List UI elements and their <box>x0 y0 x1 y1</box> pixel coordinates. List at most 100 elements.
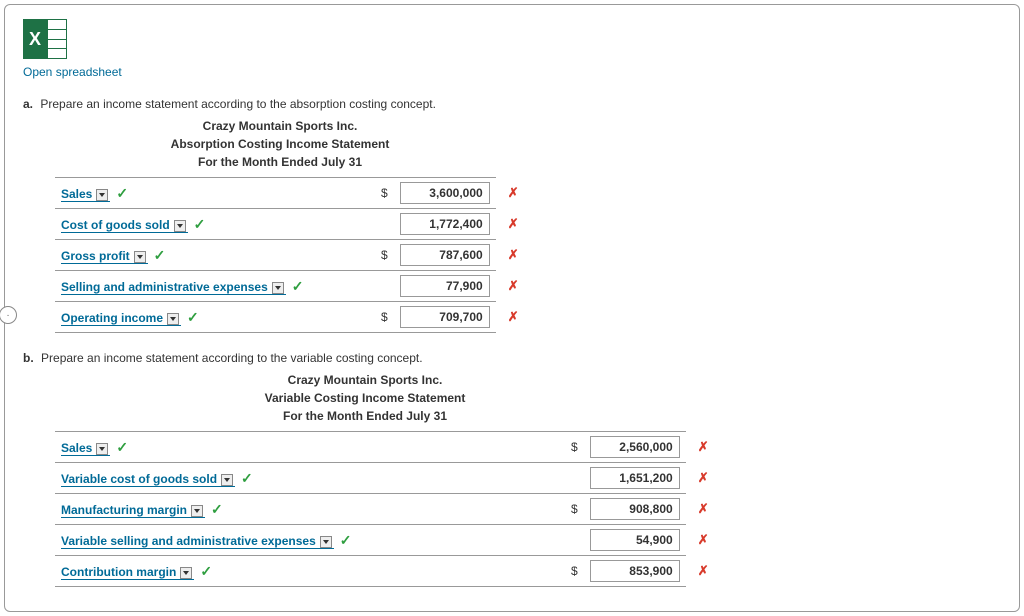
check-icon: ✓ <box>154 247 166 263</box>
table-row: Manufacturing margin✓$908,800 ✗ <box>55 494 715 525</box>
statement-b-table: Sales✓$2,560,000✗Variable cost of goods … <box>55 431 715 587</box>
check-icon: ✓ <box>194 216 206 232</box>
table-row: Sales✓$2,560,000✗ <box>55 432 715 463</box>
row-label-cell: Variable selling and administrative expe… <box>55 525 565 556</box>
mark-cell: ✗ <box>686 525 715 556</box>
chevron-down-icon <box>272 282 284 294</box>
excel-grid-icon <box>47 19 67 59</box>
value-cell: 54,900 <box>584 525 686 556</box>
check-icon: ✓ <box>187 309 199 325</box>
cross-icon: ✗ <box>698 532 709 547</box>
amount-input[interactable]: 1,772,400 <box>400 213 490 235</box>
currency-symbol: $ <box>565 494 584 525</box>
row-label-cell: Gross profit ✓ <box>55 240 375 271</box>
statement-b-heading: Crazy Mountain Sports Inc. Variable Cost… <box>55 371 675 425</box>
cross-icon: ✗ <box>508 185 519 200</box>
check-icon: ✓ <box>292 278 304 294</box>
statement-a-table: Sales✓$3,600,000✗Cost of goods sold✓1,77… <box>55 177 525 333</box>
cross-icon: ✗ <box>508 278 519 293</box>
mark-cell: ✗ <box>496 302 525 333</box>
chevron-down-icon <box>174 220 186 232</box>
chevron-down-icon <box>180 567 192 579</box>
mark-cell: ✗ <box>496 178 525 209</box>
amount-input[interactable]: 1,651,200 <box>590 467 680 489</box>
mark-cell: ✗ <box>496 240 525 271</box>
account-dropdown[interactable]: Variable cost of goods sold <box>61 472 235 487</box>
chevron-down-icon <box>96 443 108 455</box>
cross-icon: ✗ <box>508 247 519 262</box>
statement-b-title: Variable Costing Income Statement <box>55 389 675 407</box>
table-row: Variable selling and administrative expe… <box>55 525 715 556</box>
mark-cell: ✗ <box>686 463 715 494</box>
table-row: Sales✓$3,600,000✗ <box>55 178 525 209</box>
amount-input[interactable]: 787,600 <box>400 244 490 266</box>
currency-symbol <box>375 209 394 240</box>
prompt-a: a. Prepare an income statement according… <box>23 97 1001 111</box>
value-cell: 77,900 <box>394 271 496 302</box>
account-dropdown[interactable]: Sales <box>61 187 110 202</box>
amount-input[interactable]: 2,560,000 <box>590 436 680 458</box>
amount-input[interactable]: 54,900 <box>590 529 680 551</box>
prompt-b: b. Prepare an income statement according… <box>23 351 1001 365</box>
amount-input[interactable]: 77,900 <box>400 275 490 297</box>
mark-cell: ✗ <box>686 494 715 525</box>
amount-input[interactable]: 853,900 <box>590 560 680 582</box>
prompt-a-letter: a. <box>23 97 33 111</box>
excel-icon: X <box>23 19 67 59</box>
value-cell: 1,651,200 <box>584 463 686 494</box>
row-label-cell: Variable cost of goods sold ✓ <box>55 463 565 494</box>
value-cell: 787,600 <box>394 240 496 271</box>
row-label-cell: Operating income ✓ <box>55 302 375 333</box>
chevron-down-icon <box>134 251 146 263</box>
statement-b-period: For the Month Ended July 31 <box>55 407 675 425</box>
account-dropdown[interactable]: Operating income <box>61 311 181 326</box>
account-dropdown[interactable]: Gross profit <box>61 249 148 264</box>
mark-cell: ✗ <box>496 209 525 240</box>
amount-input[interactable]: 3,600,000 <box>400 182 490 204</box>
cross-icon: ✗ <box>508 216 519 231</box>
chevron-down-icon <box>221 474 233 486</box>
value-cell: 2,560,000 <box>584 432 686 463</box>
mark-cell: ✗ <box>496 271 525 302</box>
table-row: Variable cost of goods sold ✓ 1,651,200 ✗ <box>55 463 715 494</box>
account-dropdown[interactable]: Sales <box>61 441 110 456</box>
document-page: · X Open spreadsheet a. Prepare an incom… <box>4 4 1020 612</box>
row-label-cell: Sales✓ <box>55 178 375 209</box>
account-dropdown[interactable]: Contribution margin <box>61 565 194 580</box>
row-label-cell: Cost of goods sold ✓ <box>55 209 375 240</box>
left-margin-bubble: · <box>0 306 17 324</box>
row-label-cell: Selling and administrative expenses ✓ <box>55 271 375 302</box>
value-cell: 853,900 <box>584 556 686 587</box>
prompt-b-letter: b. <box>23 351 34 365</box>
table-row: Cost of goods sold ✓ 1,772,400 ✗ <box>55 209 525 240</box>
table-row: Operating income✓$709,700✗ <box>55 302 525 333</box>
cross-icon: ✗ <box>698 439 709 454</box>
value-cell: 908,800 <box>584 494 686 525</box>
currency-symbol <box>565 463 584 494</box>
cross-icon: ✗ <box>698 470 709 485</box>
cross-icon: ✗ <box>698 501 709 516</box>
account-dropdown[interactable]: Manufacturing margin <box>61 503 205 518</box>
row-label-cell: Contribution margin ✓ <box>55 556 565 587</box>
check-icon: ✓ <box>241 470 253 486</box>
table-row: Gross profit✓$787,600✗ <box>55 240 525 271</box>
account-dropdown[interactable]: Selling and administrative expenses <box>61 280 286 295</box>
currency-symbol: $ <box>565 432 584 463</box>
account-dropdown[interactable]: Variable selling and administrative expe… <box>61 534 334 549</box>
company-name: Crazy Mountain Sports Inc. <box>55 117 505 135</box>
currency-symbol: $ <box>565 556 584 587</box>
row-label-cell: Manufacturing margin✓ <box>55 494 565 525</box>
check-icon: ✓ <box>200 563 212 579</box>
chevron-down-icon <box>167 313 179 325</box>
value-cell: 3,600,000 <box>394 178 496 209</box>
currency-symbol <box>565 525 584 556</box>
table-row: Selling and administrative expenses ✓ 77,9… <box>55 271 525 302</box>
open-spreadsheet-link[interactable]: Open spreadsheet <box>23 65 1001 79</box>
amount-input[interactable]: 709,700 <box>400 306 490 328</box>
value-cell: 1,772,400 <box>394 209 496 240</box>
account-dropdown[interactable]: Cost of goods sold <box>61 218 188 233</box>
statement-a-title: Absorption Costing Income Statement <box>55 135 505 153</box>
value-cell: 709,700 <box>394 302 496 333</box>
amount-input[interactable]: 908,800 <box>590 498 680 520</box>
table-row: Contribution margin✓$853,900✗ <box>55 556 715 587</box>
